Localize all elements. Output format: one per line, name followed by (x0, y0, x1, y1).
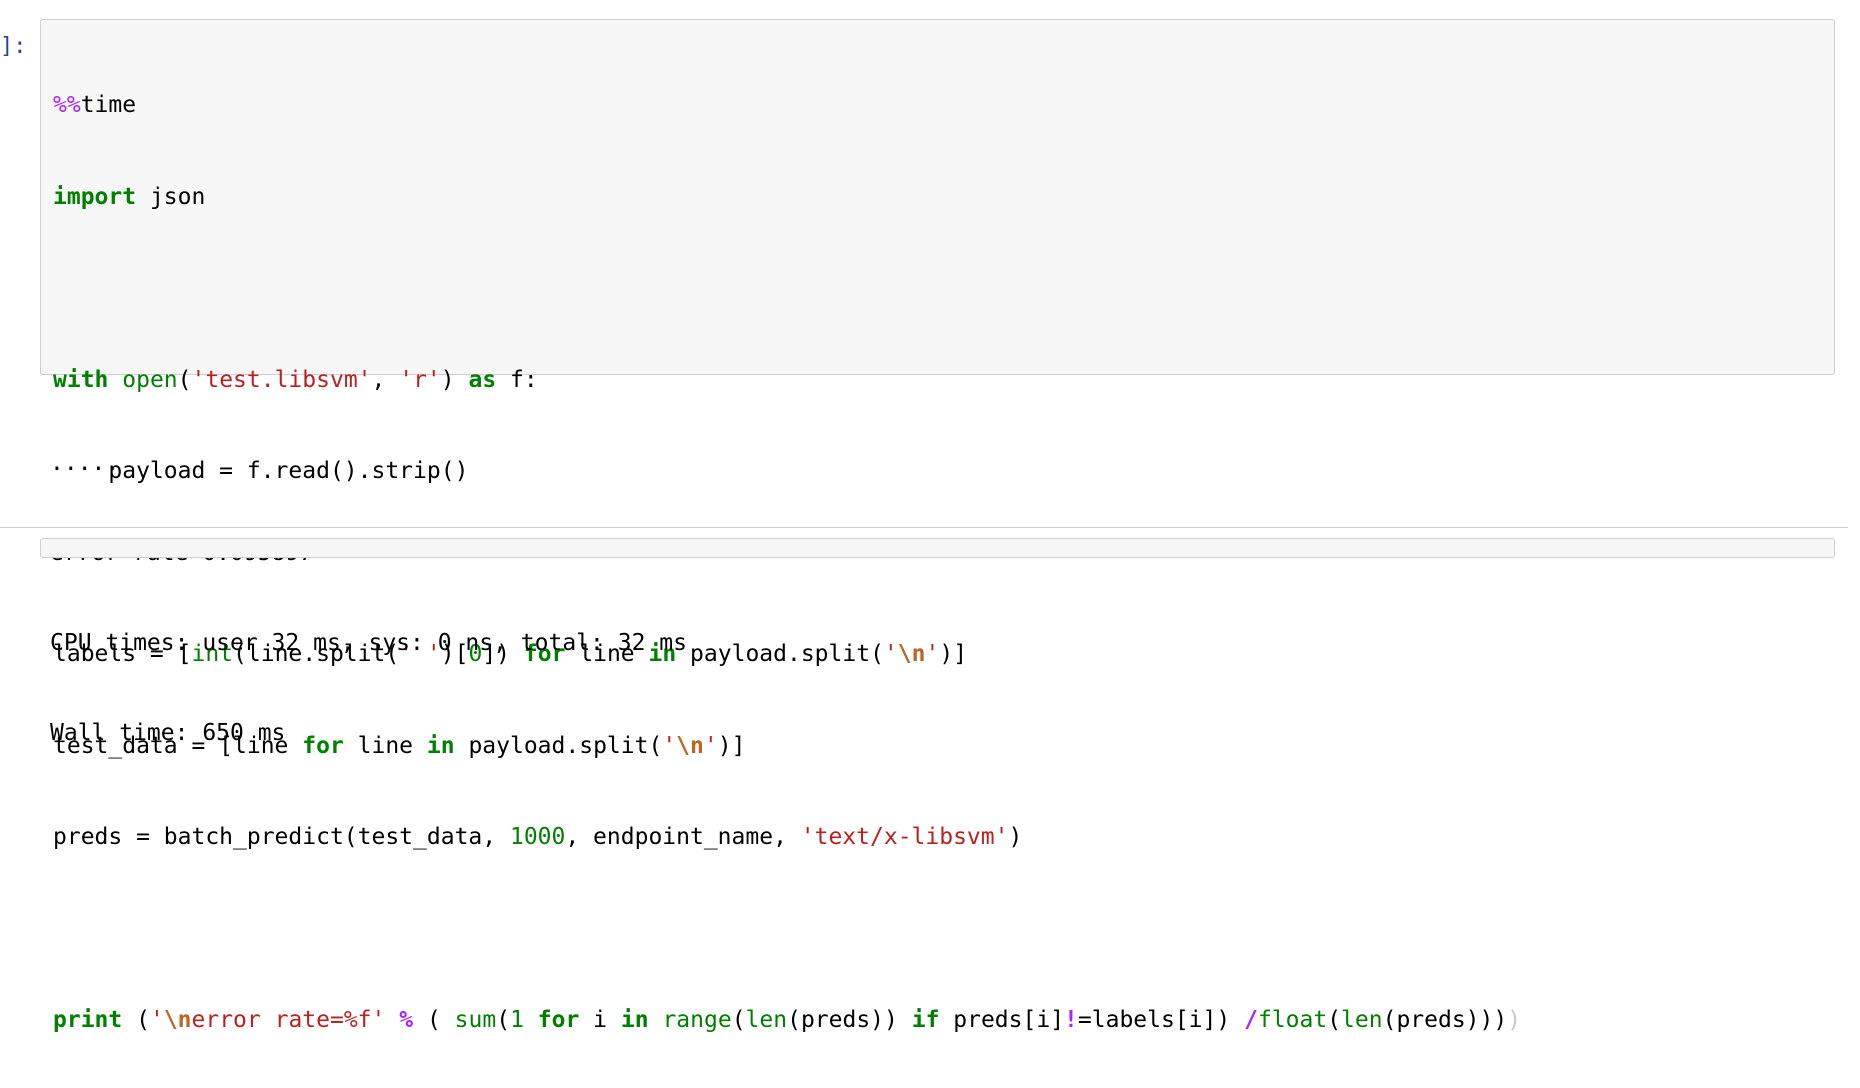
code-line: preds = batch_predict(test_data, 1000, e… (53, 822, 1521, 853)
keyword: import (53, 183, 137, 210)
keyword: print (53, 1007, 123, 1033)
code-text: (preds)) (787, 1007, 912, 1033)
code-text: payload.split( (676, 641, 884, 667)
code-text: , endpoint_name, (565, 824, 801, 850)
cell-magic-name: time (80, 92, 137, 118)
code-text: ( (496, 1007, 511, 1033)
cell-magic-prefix: %% (53, 92, 81, 118)
code-text: preds = batch_predict(test_data, (53, 824, 510, 850)
code-text: json (136, 183, 206, 210)
code-text: (preds))) (1382, 1007, 1508, 1033)
cell-divider (0, 527, 1848, 528)
builtin: len (1341, 1007, 1383, 1033)
operator: % (399, 1007, 414, 1033)
string-literal: ' (883, 641, 898, 667)
code-text: ( (731, 1007, 746, 1033)
input-prompt: ]: (0, 34, 27, 59)
escape-sequence: \n (897, 641, 926, 667)
string-literal: ' (925, 641, 940, 667)
operator: ! (1064, 1007, 1078, 1033)
code-cell-input[interactable]: %%time import json with open('test.libsv… (40, 19, 1835, 1033)
escape-sequence: \n (163, 1007, 192, 1033)
string-literal: 'text/x-libsvm' (800, 824, 1009, 850)
code-text: =labels[i]) (1077, 1007, 1245, 1033)
matching-bracket: ) (1507, 1007, 1522, 1033)
code-text: preds[i] (939, 1007, 1065, 1033)
next-code-cell-input[interactable] (40, 538, 1835, 558)
output-line: Wall time: 650 ms (50, 720, 286, 746)
builtin: sum (454, 1007, 497, 1033)
builtin: range (662, 1007, 732, 1033)
number-literal: 1 (510, 1007, 524, 1033)
string-literal: error rate=%f' (191, 1007, 386, 1033)
string-literal: ' (149, 1007, 164, 1033)
builtin: len (745, 1007, 788, 1033)
keyword: if (911, 1007, 940, 1033)
keyword: for (537, 1007, 580, 1033)
keyword: in (620, 1007, 649, 1033)
code-text: ( (122, 1007, 150, 1033)
code-text: )] (939, 641, 968, 667)
code-text: ( (1327, 1007, 1342, 1033)
number-literal: 1000 (509, 824, 566, 850)
code-line: %%time (53, 90, 1521, 121)
output-line: ..... (50, 450, 120, 476)
operator: / (1244, 1007, 1258, 1033)
code-text: ( (413, 1007, 455, 1033)
code-text: ) (1008, 824, 1023, 850)
code-line: import json (53, 182, 1521, 213)
code-line: print ('\nerror rate=%f' % ( sum(1 for i… (53, 1005, 1521, 1036)
cell-output: ..... error rate=0.095897 CPU times: use… (50, 388, 687, 778)
string-literal: ' (703, 732, 718, 759)
builtin: float (1257, 1007, 1328, 1033)
output-line: CPU times: user 32 ms, sys: 0 ns, total:… (50, 630, 687, 656)
code-text: )] (717, 732, 746, 759)
code-text: i (579, 1007, 621, 1033)
